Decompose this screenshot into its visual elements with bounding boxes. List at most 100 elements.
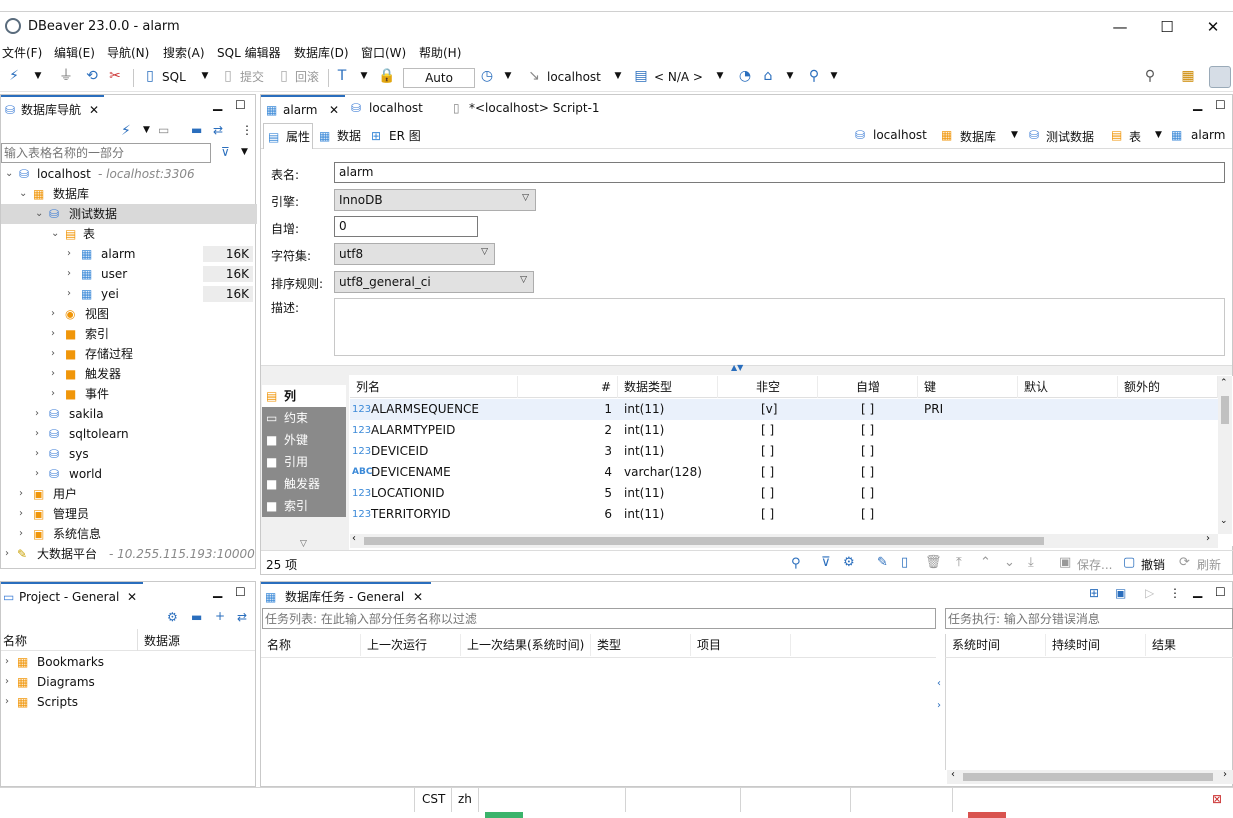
expand-arrow-icon[interactable]: ⌄ bbox=[35, 204, 45, 224]
link-editor-icon[interactable]: ⇄ bbox=[213, 123, 223, 137]
close-button[interactable]: ✕ bbox=[1193, 17, 1233, 37]
connect-icon[interactable]: ⟲ bbox=[84, 68, 100, 84]
menu-file[interactable]: 文件(F) bbox=[2, 44, 42, 61]
subtab-data[interactable]: ▦ 数据 bbox=[315, 123, 365, 149]
collation-select[interactable]: utf8_general_ci ▽ bbox=[334, 271, 534, 293]
edit-icon[interactable]: ✎ bbox=[877, 555, 888, 571]
charset-select[interactable]: utf8 ▽ bbox=[334, 243, 495, 265]
table-name-input[interactable]: alarm bbox=[334, 162, 1225, 183]
sidetab-foreign-keys[interactable]: ■ 外键 bbox=[262, 429, 346, 451]
tab-script-1[interactable]: ▯ *<localhost> Script-1 bbox=[449, 95, 619, 121]
close-tab-icon[interactable]: ✕ bbox=[413, 584, 423, 610]
tools-icon[interactable]: ⌂ bbox=[760, 68, 776, 84]
task-filter-input[interactable] bbox=[262, 608, 936, 629]
search-icon[interactable]: ⚲ bbox=[791, 556, 801, 572]
col-header-name[interactable]: 名称 bbox=[3, 632, 27, 649]
col-header-result[interactable]: 结果 bbox=[1146, 634, 1233, 656]
col-header-last-run[interactable]: 上一次运行 bbox=[361, 634, 461, 656]
scroll-down-icon[interactable]: ▽ bbox=[300, 539, 307, 549]
filter-icon[interactable]: ⊽ bbox=[821, 555, 831, 571]
col-header-datasource[interactable]: 数据源 bbox=[144, 632, 180, 649]
table-row[interactable]: 123 ALARMSEQUENCE 1 int(11) [v] [ ] PRI bbox=[350, 399, 1218, 420]
tools-dropdown-icon[interactable]: ▼ bbox=[782, 68, 798, 84]
search-dropdown-icon[interactable]: ▼ bbox=[826, 68, 842, 84]
crumb-localhost[interactable]: localhost bbox=[873, 128, 927, 142]
error-filter-input[interactable] bbox=[945, 608, 1233, 629]
transaction-dropdown-icon[interactable]: ▼ bbox=[356, 68, 372, 84]
notification-icon[interactable]: ⊠ bbox=[1212, 792, 1222, 806]
menu-navigate[interactable]: 导航(N) bbox=[107, 44, 149, 61]
crumb-dropdown-icon[interactable]: ▼ bbox=[1155, 130, 1162, 140]
table-row[interactable]: 123 TERRITORYID 6 int(11) [ ] [ ] bbox=[350, 504, 1218, 525]
expand-arrow-icon[interactable]: ⌄ bbox=[5, 164, 15, 184]
sql-editor-icon[interactable]: ▯ bbox=[142, 68, 158, 84]
move-top-icon[interactable]: ⤒ bbox=[956, 555, 962, 571]
menu-help[interactable]: 帮助(H) bbox=[419, 44, 461, 61]
history-dropdown-icon[interactable]: ▼ bbox=[500, 68, 516, 84]
schema-selector[interactable]: < N/A > bbox=[654, 68, 703, 86]
col-header-default[interactable]: 默认 bbox=[1018, 376, 1118, 398]
disconnect-icon[interactable]: ✂ bbox=[107, 68, 123, 84]
save-button[interactable]: 保存... bbox=[1077, 556, 1112, 573]
transaction-mode-icon[interactable]: T bbox=[334, 68, 350, 84]
rollback-button[interactable]: 回滚 bbox=[295, 68, 319, 86]
menu-database[interactable]: 数据库(D) bbox=[294, 44, 349, 61]
connection-menu-icon[interactable]: ▼ bbox=[143, 125, 150, 135]
minimize-button[interactable]: — bbox=[1100, 17, 1140, 37]
minimize-panel-icon[interactable]: ▁ bbox=[213, 97, 222, 111]
minimize-panel-icon[interactable]: ▁ bbox=[1193, 584, 1202, 598]
dbeaver-perspective-icon[interactable] bbox=[1209, 66, 1231, 88]
maximize-button[interactable]: ☐ bbox=[1147, 17, 1187, 37]
close-tab-icon[interactable]: ✕ bbox=[89, 97, 99, 123]
table-filter-input[interactable] bbox=[1, 143, 211, 163]
tab-alarm[interactable]: ▦ alarm ✕ bbox=[261, 95, 345, 121]
minimize-panel-icon[interactable]: ▁ bbox=[213, 584, 222, 598]
collapse-right-icon[interactable]: › bbox=[937, 700, 941, 711]
collapse-all-icon[interactable]: ▬ bbox=[191, 123, 202, 137]
auto-commit-field[interactable]: Auto bbox=[403, 68, 475, 88]
tab-localhost[interactable]: ⛁ localhost bbox=[349, 95, 439, 121]
task-group-icon[interactable]: ▣ bbox=[1115, 586, 1126, 600]
col-header-name[interactable]: 名称 bbox=[261, 634, 361, 656]
sql-button[interactable]: SQL bbox=[162, 68, 186, 86]
close-tab-icon[interactable]: ✕ bbox=[329, 97, 339, 123]
col-header-type[interactable]: 类型 bbox=[591, 634, 691, 656]
tab-database-navigator[interactable]: 数据库导航 ⛁ ✕ bbox=[1, 95, 104, 121]
settings-icon[interactable]: ⚙ bbox=[843, 555, 855, 571]
menu-sql-editor[interactable]: SQL 编辑器 bbox=[217, 44, 281, 61]
table-row[interactable]: 123 LOCATIONID 5 int(11) [ ] [ ] bbox=[350, 483, 1218, 504]
grid-vertical-scrollbar[interactable]: ⌃ ⌄ bbox=[1218, 376, 1232, 534]
move-bottom-icon[interactable]: ⤓ bbox=[1028, 555, 1034, 571]
sidetab-triggers[interactable]: ■ 触发器 bbox=[262, 473, 346, 495]
table-row[interactable]: 123 DEVICEID 3 int(11) [ ] [ ] bbox=[350, 441, 1218, 462]
expand-arrow-icon[interactable]: ⌄ bbox=[51, 224, 61, 244]
move-up-icon[interactable]: ⌃ bbox=[980, 555, 991, 571]
sidetab-indexes[interactable]: ■ 索引 bbox=[262, 495, 346, 517]
maximize-panel-icon[interactable]: ☐ bbox=[235, 98, 246, 112]
delete-icon[interactable]: 🗑 bbox=[925, 555, 942, 571]
col-header-duration[interactable]: 持续时间 bbox=[1046, 634, 1146, 656]
col-header-type[interactable]: 数据类型 bbox=[618, 376, 718, 398]
col-header-autoinc[interactable]: 自增 bbox=[818, 376, 918, 398]
collapse-icon[interactable]: ▬ bbox=[191, 610, 202, 624]
commit-button[interactable]: 提交 bbox=[240, 68, 264, 86]
sidetab-constraints[interactable]: ▭ 约束 bbox=[262, 407, 346, 429]
connection-selector[interactable]: localhost bbox=[547, 68, 601, 86]
grid-horizontal-scrollbar[interactable]: ‹ › bbox=[350, 533, 1218, 548]
lock-icon[interactable]: 🔒 bbox=[378, 68, 395, 84]
plug-icon[interactable]: ⏚ bbox=[58, 68, 74, 84]
menu-search[interactable]: 搜索(A) bbox=[163, 44, 205, 61]
connection-dropdown-icon[interactable]: ▼ bbox=[610, 68, 626, 84]
collapse-left-icon[interactable]: ‹ bbox=[937, 678, 941, 689]
crumb-test-data[interactable]: 测试数据 bbox=[1046, 128, 1094, 145]
table-row[interactable]: 123 ALARMTYPEID 2 int(11) [ ] [ ] bbox=[350, 420, 1218, 441]
maximize-panel-icon[interactable]: ☐ bbox=[1215, 585, 1226, 599]
search-icon[interactable]: ⚲ bbox=[806, 68, 822, 84]
perspective-icon[interactable]: ▦ bbox=[1180, 68, 1196, 84]
link-icon[interactable]: ⇄ bbox=[237, 610, 247, 624]
tree-item-test-data[interactable]: ⌄ ⛁ 测试数据 bbox=[1, 204, 257, 224]
col-header-notnull[interactable]: 非空 bbox=[718, 376, 818, 398]
maximize-panel-icon[interactable]: ☐ bbox=[1215, 98, 1226, 112]
close-tab-icon[interactable]: ✕ bbox=[127, 584, 137, 610]
settings-icon[interactable]: ⚙ bbox=[167, 610, 178, 624]
